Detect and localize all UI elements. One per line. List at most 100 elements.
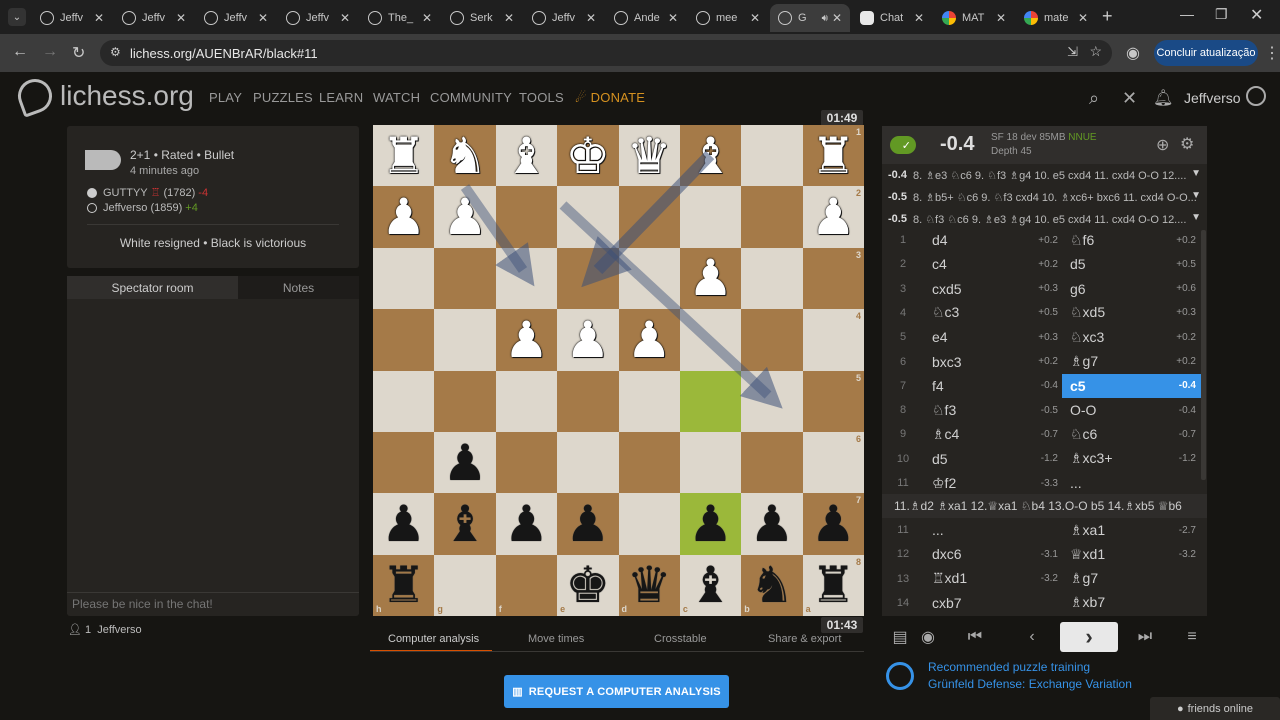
- board-square[interactable]: ♚: [557, 125, 619, 187]
- board-square[interactable]: ♟: [373, 186, 435, 248]
- board-square[interactable]: [741, 247, 803, 310]
- install-app-icon[interactable]: ⇲: [1067, 44, 1078, 60]
- close-tab-icon[interactable]: ✕: [996, 11, 1006, 25]
- pv-expand-icon[interactable]: ▼: [1191, 190, 1201, 201]
- black-move[interactable]: ♘c6 -0.7: [1062, 422, 1202, 446]
- black-rook-icon[interactable]: ♜: [811, 560, 856, 610]
- board-square[interactable]: ♛ d: [618, 554, 680, 616]
- black-pawn-icon[interactable]: ♟: [381, 499, 426, 549]
- spectator-name[interactable]: Jeffverso: [97, 624, 141, 636]
- browser-menu-icon[interactable]: ⋮: [1264, 43, 1280, 63]
- pv-expand-icon[interactable]: ▼: [1191, 168, 1201, 179]
- white-knight-icon[interactable]: ♞: [443, 131, 488, 181]
- close-tab-icon[interactable]: ✕: [504, 11, 514, 25]
- white-pawn-icon[interactable]: ♟: [688, 253, 733, 303]
- opening-book-icon[interactable]: ▤: [890, 622, 910, 652]
- url-field[interactable]: ⚙ lichess.org/AUENBrAR/black#11 ⇲ ☆: [100, 40, 1112, 66]
- black-move[interactable]: O-O -0.4: [1062, 398, 1202, 422]
- board-square[interactable]: [618, 493, 680, 555]
- browser-tab[interactable]: Ande ✕: [606, 4, 686, 32]
- black-pawn-icon[interactable]: ♟: [565, 499, 610, 549]
- white-bishop-icon[interactable]: ♝: [504, 131, 549, 181]
- board-square[interactable]: ♜ 1: [802, 125, 864, 187]
- browser-tab[interactable]: Jeffv ✕: [196, 4, 276, 32]
- browser-tab[interactable]: mee ✕: [688, 4, 768, 32]
- white-move[interactable]: ♔f2 -3.3: [924, 471, 1064, 495]
- board-square[interactable]: ♟: [679, 493, 742, 555]
- board-square[interactable]: ♟: [495, 309, 558, 371]
- target-icon[interactable]: ⊕: [1156, 135, 1169, 155]
- audio-playing-icon[interactable]: 🔊︎: [822, 13, 828, 24]
- nav-donate[interactable]: ☄ DONATE: [575, 90, 645, 106]
- tab-notes[interactable]: Notes: [238, 276, 359, 299]
- close-tab-icon[interactable]: ✕: [94, 11, 104, 25]
- board-square[interactable]: ♟: [557, 493, 619, 555]
- white-move[interactable]: ♗c4 -0.7: [924, 422, 1064, 446]
- username-menu[interactable]: Jeffverso: [1184, 90, 1241, 106]
- browser-tab[interactable]: G 🔊︎ ✕: [770, 4, 850, 32]
- close-tab-icon[interactable]: ✕: [914, 11, 924, 25]
- board-square[interactable]: [618, 370, 680, 432]
- browser-tab[interactable]: The_ ✕: [360, 4, 440, 32]
- white-bishop-icon[interactable]: ♝: [688, 131, 733, 181]
- board-square[interactable]: [434, 247, 496, 310]
- board-square[interactable]: [741, 309, 803, 371]
- browser-tab[interactable]: mate ✕: [1016, 4, 1096, 32]
- chat-input[interactable]: [67, 592, 359, 614]
- black-pawn-icon[interactable]: ♟: [504, 499, 549, 549]
- last-move-icon[interactable]: ⏭: [1130, 622, 1160, 652]
- black-move[interactable]: ♗xc3+ -1.2: [1062, 447, 1202, 471]
- white-rook-icon[interactable]: ♜: [811, 131, 856, 181]
- white-pawn-icon[interactable]: ♟: [565, 315, 610, 365]
- black-pawn-icon[interactable]: ♟: [688, 499, 733, 549]
- white-move[interactable]: d5 -1.2: [924, 447, 1064, 471]
- nav-tools[interactable]: TOOLS: [519, 90, 564, 105]
- pv-expand-icon[interactable]: ▼: [1191, 212, 1201, 223]
- black-move[interactable]: d5 +0.5: [1062, 252, 1202, 276]
- white-pawn-icon[interactable]: ♟: [627, 315, 672, 365]
- black-move[interactable]: ...: [1062, 471, 1202, 495]
- board-square[interactable]: ♟ 2: [802, 186, 864, 248]
- new-tab-icon[interactable]: +: [1102, 6, 1113, 27]
- request-analysis-button[interactable]: ▥ REQUEST A COMPUTER ANALYSIS: [504, 675, 729, 708]
- nav-play[interactable]: PLAY: [209, 90, 242, 105]
- black-pawn-icon[interactable]: ♟: [811, 499, 856, 549]
- white-move[interactable]: d4 +0.2: [924, 228, 1064, 252]
- prev-move-icon[interactable]: ‹: [1017, 622, 1047, 652]
- board-square[interactable]: ♝ c: [679, 554, 742, 616]
- board-square[interactable]: ♛: [618, 125, 680, 187]
- board-square[interactable]: [618, 431, 680, 494]
- user-status-icon[interactable]: [1246, 86, 1266, 106]
- board-square[interactable]: ♟: [618, 309, 680, 371]
- board-square[interactable]: [434, 309, 496, 371]
- board-square[interactable]: [557, 370, 619, 432]
- black-move[interactable]: ♘f6 +0.2: [1062, 228, 1202, 252]
- browser-tab[interactable]: Serk ✕: [442, 4, 522, 32]
- white-pawn-icon[interactable]: ♟: [381, 192, 426, 242]
- board-square[interactable]: ♝: [679, 125, 742, 187]
- notifications-bell-icon[interactable]: 🔔︎: [1153, 88, 1173, 108]
- browser-tab[interactable]: Jeffv ✕: [114, 4, 194, 32]
- black-move[interactable]: ♗g7 +0.2: [1062, 350, 1202, 374]
- board-square[interactable]: [741, 186, 803, 248]
- black-move[interactable]: g6 +0.6: [1062, 277, 1202, 301]
- minimize-icon[interactable]: —: [1180, 6, 1194, 22]
- chess-board[interactable]: ♜ ♞ ♝ ♚ ♛ ♝ ♜ 1 ♟ ♟ ♟ 2 ♟ 3 ♟ ♟ ♟ 4 5 ♟ 6 ♟ ♝ ♟ ♟ ♟ ♟ ♟ 7 ♜ h g f ♚ e ♛ d ♝ c ♞…: [373, 125, 864, 616]
- pv-line[interactable]: -0.5 8. ♗b5+ ♘c6 9. ♘f3 cxd4 10. ♗xc6+ bx…: [888, 186, 1204, 208]
- update-button[interactable]: Concluir atualização: [1154, 40, 1258, 66]
- board-square[interactable]: 4: [802, 309, 864, 371]
- board-square[interactable]: ♜ h: [373, 554, 435, 616]
- browser-tab[interactable]: Jeffv ✕: [32, 4, 112, 32]
- black-move[interactable]: ♘xd5 +0.3: [1062, 301, 1202, 325]
- board-square[interactable]: [741, 125, 803, 187]
- board-square[interactable]: ♞: [434, 125, 496, 187]
- board-square[interactable]: ♝: [495, 125, 558, 187]
- browser-tab[interactable]: Jeffv ✕: [524, 4, 604, 32]
- board-square[interactable]: ♟: [373, 493, 435, 555]
- white-move[interactable]: dxc6 -3.1: [924, 542, 1064, 566]
- board-square[interactable]: [618, 186, 680, 248]
- black-knight-icon[interactable]: ♞: [750, 560, 795, 610]
- board-square[interactable]: ♟: [434, 186, 496, 248]
- black-pawn-icon[interactable]: ♟: [750, 499, 795, 549]
- board-square[interactable]: [557, 431, 619, 494]
